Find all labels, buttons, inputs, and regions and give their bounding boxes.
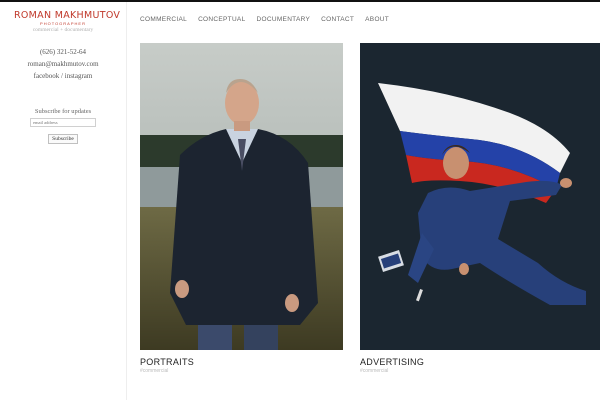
logo-subtitle: PHOTOGRAPHER [40,21,86,26]
portrait-photo [140,43,343,350]
tile-category-portraits: #commercial [140,368,169,374]
nav-contact[interactable]: CONTACT [321,16,354,23]
advertising-thumbnail[interactable] [360,43,600,350]
logo-name: ROMAN MAKHMUTOV [14,10,121,21]
sidebar: ROMAN MAKHMUTOV PHOTOGRAPHER commercial … [0,2,127,400]
nav-documentary[interactable]: DOCUMENTARY [257,16,311,23]
subscribe-button[interactable]: Subscribe [48,134,78,144]
portfolio-tile-portraits[interactable]: PORTRAITS #commercial [140,43,343,374]
subscribe-label: Subscribe for updates [34,108,92,115]
portraits-thumbnail[interactable] [140,43,343,350]
nav-about[interactable]: ABOUT [365,16,389,23]
email-link[interactable]: roman@makhmutov.com [27,60,98,68]
phone-number: (626) 321-52-64 [39,48,87,56]
facebook-link[interactable]: facebook [34,72,60,80]
tile-title-advertising[interactable]: ADVERTISING [360,357,600,367]
logo-tagline: commercial + documentary [32,27,94,33]
social-separator: / [61,72,63,80]
main-nav: COMMERCIAL CONCEPTUAL DOCUMENTARY CONTAC… [140,16,400,23]
site-logo[interactable]: ROMAN MAKHMUTOV PHOTOGRAPHER commercial … [14,10,121,33]
tile-category-advertising: #commercial [360,368,389,374]
email-input[interactable] [30,118,96,127]
instagram-link[interactable]: instagram [65,72,93,80]
tile-title-portraits[interactable]: PORTRAITS [140,357,343,367]
nav-conceptual[interactable]: CONCEPTUAL [198,16,245,23]
nav-commercial[interactable]: COMMERCIAL [140,16,187,23]
advertising-photo [360,43,600,350]
contact-block: (626) 321-52-64 roman@makhmutov.com face… [0,48,126,84]
portfolio-tile-advertising[interactable]: ADVERTISING #commercial [360,43,600,374]
subscribe-form: Subscribe for updates Subscribe [0,108,126,145]
